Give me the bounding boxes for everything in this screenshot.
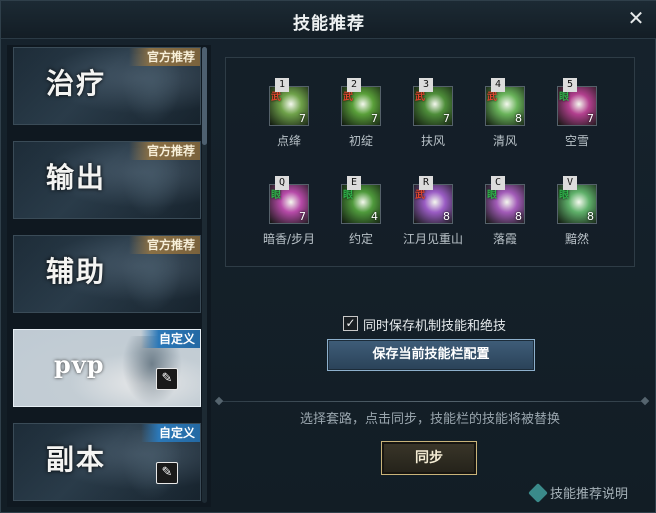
scroll-thumb[interactable] bbox=[202, 47, 207, 145]
skill-hotkey: 5 bbox=[563, 78, 577, 92]
divider-ornament bbox=[640, 396, 650, 406]
preset-list-scrollbar[interactable] bbox=[202, 47, 207, 503]
skill-name: 黯然 bbox=[564, 232, 589, 246]
skill-hotkey: R bbox=[419, 176, 433, 190]
skill-icon: 武7 bbox=[341, 86, 381, 126]
preset-tag: 官方推荐 bbox=[128, 236, 200, 254]
preset-tag: 官方推荐 bbox=[128, 48, 200, 66]
skill-count: 4 bbox=[371, 210, 378, 223]
skill-grid: 武 7 1 点绛武 7 2 初绽武 7 3 扶风武 8 4 清风眼 7 5 空雪眼 7 Q 暗香/步月眼 4 E 约定武 8… bbox=[225, 57, 635, 267]
skill-count: 8 bbox=[587, 210, 594, 223]
skill-slot[interactable]: 武 7 3 扶风 bbox=[398, 78, 468, 158]
skill-slot[interactable]: 眼 8 C 落霞 bbox=[470, 176, 540, 256]
skill-icon: 眼4 bbox=[341, 184, 381, 224]
preset-name: 副本 bbox=[46, 443, 107, 476]
skill-name: 空雪 bbox=[564, 134, 589, 148]
skill-count: 7 bbox=[299, 210, 306, 223]
skill-icon: 眼7 bbox=[269, 184, 309, 224]
save-mechanics-label: 同时保存机制技能和绝技 bbox=[363, 319, 507, 334]
preset-tag: 官方推荐 bbox=[128, 142, 200, 160]
preset-tag: 自定义 bbox=[140, 330, 200, 348]
close-icon[interactable]: ✕ bbox=[625, 7, 647, 29]
skill-hotkey: 1 bbox=[275, 78, 289, 92]
preset-card[interactable]: 辅助 官方推荐 bbox=[13, 235, 201, 313]
skill-count: 8 bbox=[443, 210, 450, 223]
help-icon bbox=[528, 483, 548, 503]
preset-list: 治疗 官方推荐 输出 官方推荐 辅助 官方推荐 pvp 自定义 ✎ 副本 自定义 ✎ bbox=[7, 45, 211, 507]
skill-hotkey: E bbox=[347, 176, 361, 190]
skill-recommend-window: 技能推荐 ✕ 治疗 官方推荐 输出 官方推荐 辅助 官方推荐 pvp 自定义 ✎ 副本 自定义 ✎ 武… bbox=[0, 0, 656, 513]
preset-card[interactable]: 输出 官方推荐 bbox=[13, 141, 201, 219]
edit-icon[interactable]: ✎ bbox=[156, 368, 178, 390]
skill-icon: 眼8 bbox=[557, 184, 597, 224]
skill-slot[interactable]: 武 7 2 初绽 bbox=[326, 78, 396, 158]
skill-hotkey: 4 bbox=[491, 78, 505, 92]
skill-slot[interactable]: 眼 4 E 约定 bbox=[326, 176, 396, 256]
preset-card[interactable]: 副本 自定义 ✎ bbox=[13, 423, 201, 501]
skill-count: 8 bbox=[515, 210, 522, 223]
skill-slot[interactable]: 武 8 4 清风 bbox=[470, 78, 540, 158]
skill-slot[interactable]: 眼 7 5 空雪 bbox=[542, 78, 612, 158]
skill-icon: 武7 bbox=[269, 86, 309, 126]
skill-icon: 眼8 bbox=[485, 184, 525, 224]
divider-ornament bbox=[214, 396, 224, 406]
skill-count: 7 bbox=[443, 112, 450, 125]
preset-card[interactable]: pvp 自定义 ✎ bbox=[13, 329, 201, 407]
skill-hotkey: Q bbox=[275, 176, 289, 190]
skill-count: 8 bbox=[515, 112, 522, 125]
title-bar: 技能推荐 ✕ bbox=[1, 1, 656, 39]
edit-icon[interactable]: ✎ bbox=[156, 462, 178, 484]
skill-icon: 武8 bbox=[485, 86, 525, 126]
preset-name: 辅助 bbox=[46, 255, 107, 288]
skill-hotkey: 3 bbox=[419, 78, 433, 92]
preset-name: pvp bbox=[54, 350, 105, 379]
skill-count: 7 bbox=[587, 112, 594, 125]
save-mechanics-checkbox[interactable]: ✓ bbox=[343, 316, 358, 331]
preset-name: 输出 bbox=[46, 161, 107, 194]
sync-button[interactable]: 同步 bbox=[381, 441, 477, 475]
save-skillbar-button[interactable]: 保存当前技能栏配置 bbox=[327, 339, 535, 371]
skill-slot[interactable]: 眼 8 V 黯然 bbox=[542, 176, 612, 256]
skill-slot[interactable]: 武 8 R 江月见重山 bbox=[398, 176, 468, 256]
skill-slot[interactable]: 眼 7 Q 暗香/步月 bbox=[254, 176, 324, 256]
window-title: 技能推荐 bbox=[293, 14, 365, 34]
skill-count: 7 bbox=[371, 112, 378, 125]
skill-hotkey: C bbox=[491, 176, 505, 190]
skill-hotkey: 2 bbox=[347, 78, 361, 92]
preset-card[interactable]: 治疗 官方推荐 bbox=[13, 47, 201, 125]
divider bbox=[214, 396, 650, 406]
skill-icon: 武8 bbox=[413, 184, 453, 224]
skill-hotkey: V bbox=[563, 176, 577, 190]
skill-icon: 眼7 bbox=[557, 86, 597, 126]
preset-name: 治疗 bbox=[46, 67, 107, 100]
preset-tag: 自定义 bbox=[140, 424, 200, 442]
skill-count: 7 bbox=[299, 112, 306, 125]
skill-icon: 武7 bbox=[413, 86, 453, 126]
help-label: 技能推荐说明 bbox=[550, 487, 629, 502]
help-link[interactable]: 技能推荐说明 bbox=[528, 483, 629, 503]
sync-hint-text: 选择套路，点击同步，技能栏的技能将被替换 bbox=[299, 412, 560, 427]
skill-slot[interactable]: 武 7 1 点绛 bbox=[254, 78, 324, 158]
